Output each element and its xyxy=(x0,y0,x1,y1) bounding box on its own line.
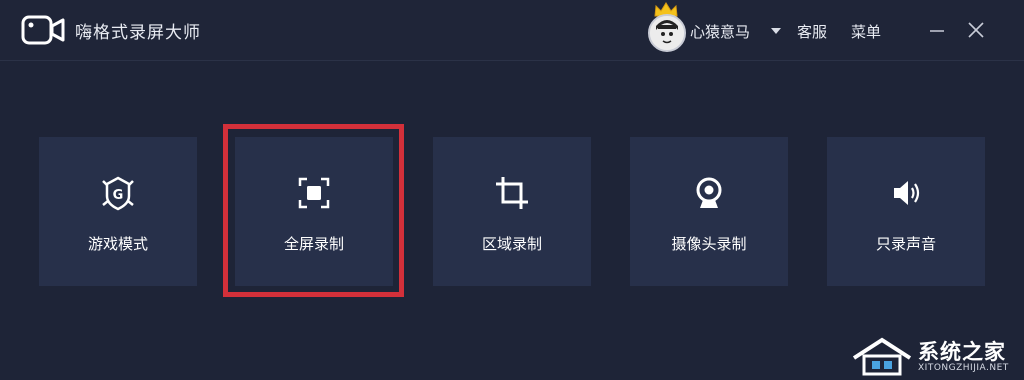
fullscreen-icon xyxy=(298,177,330,209)
webcam-icon xyxy=(696,177,722,208)
title-bar: 嗨格式录屏大师 心猿意马 客服 菜单 xyxy=(0,0,1024,61)
game-mode-button[interactable]: G 游戏模式 xyxy=(39,137,197,286)
mode-label: 全屏录制 xyxy=(283,235,344,253)
svg-text:G: G xyxy=(113,188,124,203)
avatar xyxy=(648,14,686,52)
house-logo-icon xyxy=(852,337,912,376)
minimize-icon[interactable] xyxy=(929,23,945,37)
mode-label: 游戏模式 xyxy=(87,235,148,253)
watermark: 系统之家 XITONGZHIJIA.NET xyxy=(848,330,1024,378)
region-record-button[interactable]: 区域录制 xyxy=(433,137,591,286)
crop-icon xyxy=(496,177,528,209)
watermark-title: 系统之家 xyxy=(918,340,1006,364)
camera-logo-icon xyxy=(21,15,65,45)
game-icon: G xyxy=(102,176,134,211)
audio-only-button[interactable]: 只录声音 xyxy=(827,137,985,286)
mode-label: 区域录制 xyxy=(481,235,542,253)
close-icon[interactable] xyxy=(967,21,985,39)
app-title: 嗨格式录屏大师 xyxy=(75,23,201,43)
username[interactable]: 心猿意马 xyxy=(690,21,750,42)
mode-label: 只录声音 xyxy=(875,235,936,253)
customer-service-link[interactable]: 客服 xyxy=(797,21,827,42)
webcam-record-button[interactable]: 摄像头录制 xyxy=(630,137,788,286)
user-avatar[interactable] xyxy=(646,2,690,52)
menu-link[interactable]: 菜单 xyxy=(851,21,881,42)
fullscreen-record-button[interactable]: 全屏录制 xyxy=(235,137,393,286)
mode-label: 摄像头录制 xyxy=(671,235,747,253)
watermark-subtitle: XITONGZHIJIA.NET xyxy=(918,363,1009,373)
chevron-down-icon[interactable] xyxy=(770,27,782,35)
speaker-icon xyxy=(894,181,920,205)
